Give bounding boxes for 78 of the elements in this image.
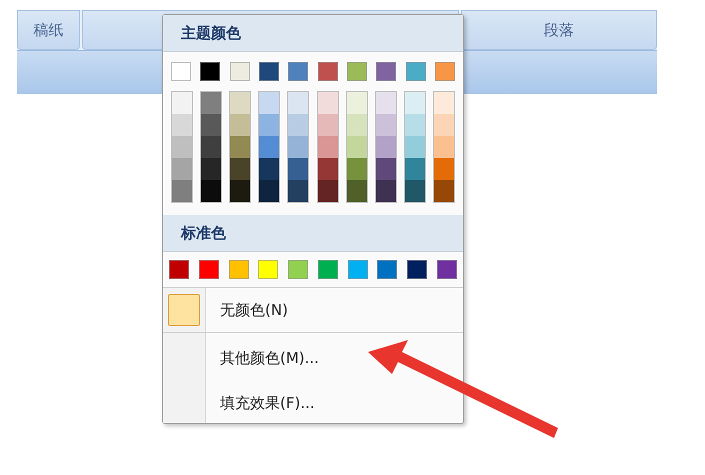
color-swatch[interactable]: [404, 92, 425, 114]
color-swatch[interactable]: [434, 136, 454, 158]
color-swatch[interactable]: [288, 62, 308, 81]
color-swatch[interactable]: [172, 136, 192, 158]
color-swatch[interactable]: [318, 136, 338, 158]
color-swatch[interactable]: [230, 114, 250, 136]
color-swatch[interactable]: [258, 62, 279, 81]
color-swatch[interactable]: [346, 136, 367, 158]
color-swatch[interactable]: [230, 92, 250, 114]
color-swatch[interactable]: [346, 114, 367, 136]
color-swatch[interactable]: [198, 260, 219, 279]
color-swatch[interactable]: [259, 114, 280, 136]
color-swatch[interactable]: [230, 180, 250, 202]
menu-item[interactable]: 其他颜色(M)...: [206, 333, 319, 383]
color-swatch[interactable]: [434, 114, 454, 136]
color-swatch[interactable]: [288, 260, 308, 279]
color-swatch[interactable]: [434, 62, 455, 81]
color-swatch[interactable]: [258, 260, 278, 279]
color-swatch[interactable]: [230, 158, 250, 180]
color-swatch[interactable]: [230, 136, 250, 158]
color-swatch-icon: [168, 294, 200, 326]
color-swatch[interactable]: [201, 114, 222, 136]
color-swatch[interactable]: [318, 158, 338, 180]
color-swatch[interactable]: [407, 260, 428, 279]
color-swatch[interactable]: [404, 114, 425, 136]
color-swatch[interactable]: [404, 180, 425, 202]
color-swatch[interactable]: [377, 260, 398, 279]
color-swatch[interactable]: [434, 92, 454, 114]
color-swatch[interactable]: [318, 180, 338, 202]
color-swatch[interactable]: [200, 62, 220, 81]
color-swatch[interactable]: [318, 114, 338, 136]
color-swatch[interactable]: [404, 136, 425, 158]
color-swatch[interactable]: [318, 92, 338, 114]
color-swatch[interactable]: [376, 114, 396, 136]
color-swatch[interactable]: [406, 62, 426, 81]
color-swatch[interactable]: [230, 62, 250, 81]
color-swatch[interactable]: [172, 92, 192, 114]
color-swatch[interactable]: [169, 260, 189, 279]
color-swatch[interactable]: [346, 180, 367, 202]
menu-heading: 标准色: [163, 215, 463, 252]
color-swatch[interactable]: [201, 136, 222, 158]
color-swatch[interactable]: [288, 180, 308, 202]
color-swatch[interactable]: [259, 180, 280, 202]
color-swatch[interactable]: [171, 62, 191, 81]
color-swatch[interactable]: [172, 114, 192, 136]
color-swatch[interactable]: [228, 260, 249, 279]
menu-item[interactable]: 无颜色(N): [206, 288, 288, 332]
color-swatch[interactable]: [376, 158, 396, 180]
color-swatch[interactable]: [348, 260, 368, 279]
color-swatch[interactable]: [436, 260, 457, 279]
color-swatch[interactable]: [259, 92, 280, 114]
menu-heading: 主题颜色: [163, 15, 463, 52]
color-swatch[interactable]: [404, 158, 425, 180]
color-swatch[interactable]: [434, 180, 454, 202]
color-swatch[interactable]: [346, 92, 367, 114]
color-swatch[interactable]: [318, 62, 338, 81]
color-swatch[interactable]: [288, 114, 308, 136]
color-swatch[interactable]: [259, 136, 280, 158]
color-swatch[interactable]: [346, 62, 367, 81]
color-swatch[interactable]: [259, 158, 280, 180]
color-swatch[interactable]: [434, 158, 454, 180]
color-swatch[interactable]: [376, 136, 396, 158]
color-swatch[interactable]: [346, 158, 367, 180]
color-swatch[interactable]: [288, 92, 308, 114]
color-swatch[interactable]: [318, 260, 338, 279]
ribbon-group-label: 稿纸: [17, 10, 80, 50]
color-swatch[interactable]: [288, 136, 308, 158]
color-swatch[interactable]: [376, 62, 396, 81]
menu-item[interactable]: 填充效果(F)...: [206, 383, 315, 423]
color-swatch[interactable]: [201, 92, 222, 114]
color-swatch[interactable]: [201, 158, 222, 180]
color-swatch[interactable]: [376, 180, 396, 202]
color-swatch[interactable]: [376, 92, 396, 114]
color-swatch[interactable]: [172, 180, 192, 202]
ribbon-group-label: 段落: [461, 10, 657, 50]
color-swatch[interactable]: [288, 158, 308, 180]
color-swatch[interactable]: [201, 180, 222, 202]
color-swatch[interactable]: [172, 158, 192, 180]
